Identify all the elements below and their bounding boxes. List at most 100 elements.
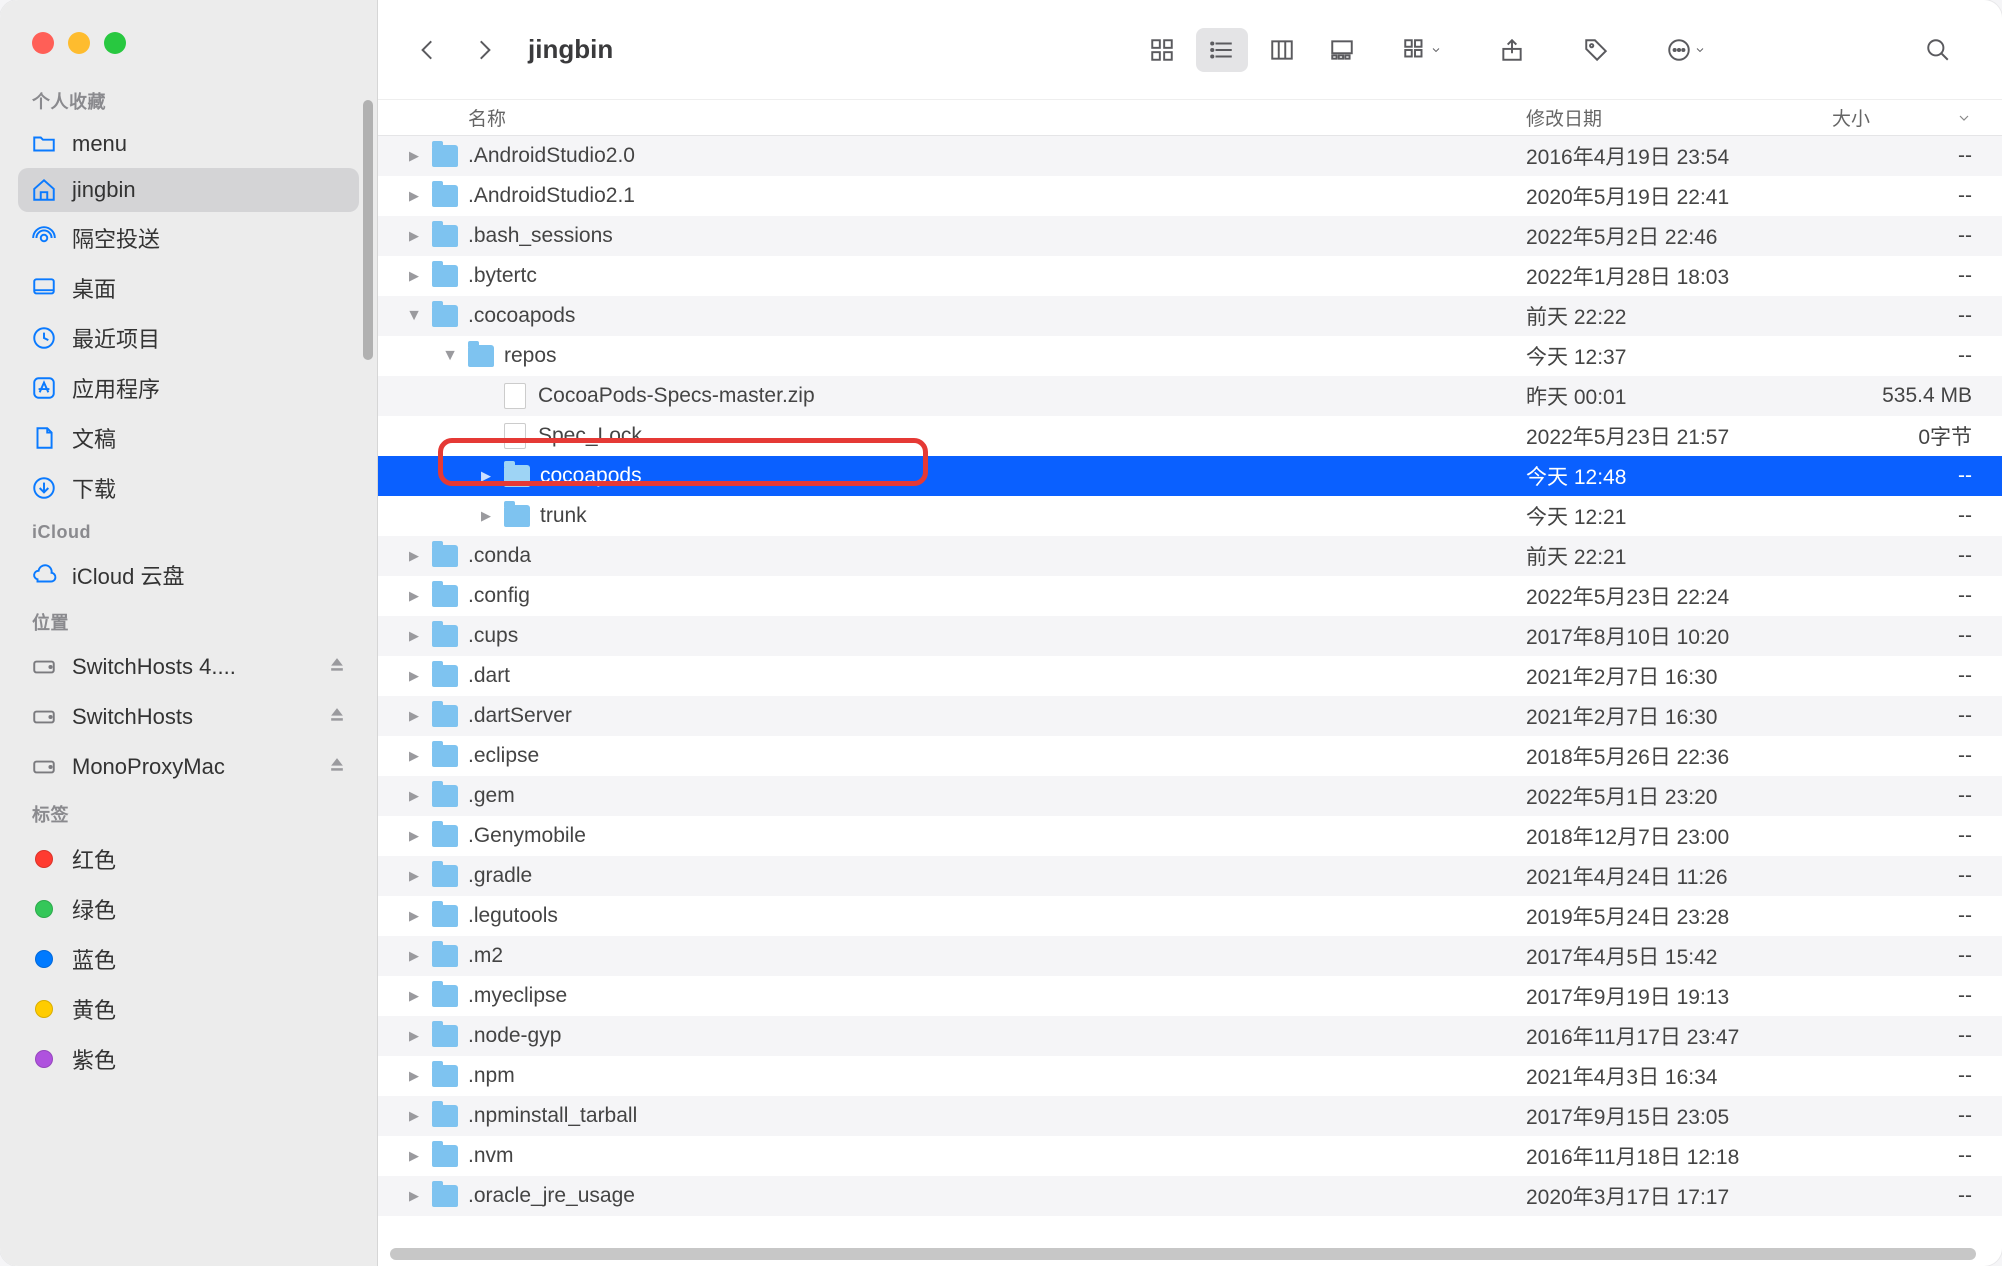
disclosure-icon[interactable]: ▶ <box>404 868 424 884</box>
actions-button[interactable] <box>1656 28 1716 72</box>
file-row[interactable]: ▶.npminstall_tarball2017年9月15日 23:05-- <box>378 1096 2002 1136</box>
file-row[interactable]: ▶.gem2022年5月1日 23:20-- <box>378 776 2002 816</box>
column-date[interactable]: 修改日期 <box>1526 104 1832 131</box>
column-size[interactable]: 大小 <box>1832 104 2002 131</box>
icon-view-button[interactable] <box>1136 28 1188 72</box>
minimize-window-button[interactable] <box>68 32 90 54</box>
file-row[interactable]: ▶.eclipse2018年5月26日 22:36-- <box>378 736 2002 776</box>
disk-icon <box>30 753 58 781</box>
sidebar-item[interactable]: iCloud 云盘 <box>18 551 359 599</box>
eject-icon[interactable] <box>327 651 347 683</box>
disclosure-icon[interactable]: ▶ <box>404 1068 424 1084</box>
column-name[interactable]: 名称 <box>378 104 1526 131</box>
file-name: .gem <box>468 784 1526 808</box>
file-row[interactable]: ▶.oracle_jre_usage2020年3月17日 17:17-- <box>378 1176 2002 1216</box>
file-row[interactable]: ▶.m22017年4月5日 15:42-- <box>378 936 2002 976</box>
sidebar-item[interactable]: 黄色 <box>18 985 359 1033</box>
file-row[interactable]: ▶.npm2021年4月3日 16:34-- <box>378 1056 2002 1096</box>
fullscreen-window-button[interactable] <box>104 32 126 54</box>
file-row[interactable]: ▶.bash_sessions2022年5月2日 22:46-- <box>378 216 2002 256</box>
disclosure-icon[interactable]: ▼ <box>404 307 424 325</box>
sidebar-item[interactable]: SwitchHosts <box>18 693 359 741</box>
back-button[interactable] <box>406 28 450 72</box>
sidebar-item[interactable]: jingbin <box>18 168 359 212</box>
eject-icon[interactable] <box>327 701 347 733</box>
disclosure-icon[interactable]: ▶ <box>404 748 424 764</box>
close-window-button[interactable] <box>32 32 54 54</box>
file-size: -- <box>1832 464 2002 488</box>
disclosure-icon[interactable]: ▶ <box>404 588 424 604</box>
disclosure-icon[interactable]: ▶ <box>404 1108 424 1124</box>
file-row[interactable]: ▶.AndroidStudio2.12020年5月19日 22:41-- <box>378 176 2002 216</box>
file-row[interactable]: ▶.AndroidStudio2.02016年4月19日 23:54-- <box>378 136 2002 176</box>
sidebar-item[interactable]: 红色 <box>18 835 359 883</box>
disclosure-icon[interactable]: ▶ <box>404 708 424 724</box>
sidebar-item[interactable]: 隔空投送 <box>18 214 359 262</box>
disclosure-icon[interactable]: ▶ <box>404 228 424 244</box>
sidebar-item[interactable]: 最近项目 <box>18 314 359 362</box>
disclosure-icon[interactable]: ▶ <box>404 1188 424 1204</box>
disclosure-icon[interactable]: ▶ <box>404 268 424 284</box>
file-date: 2021年4月3日 16:34 <box>1526 1061 1832 1091</box>
file-row[interactable]: ▶cocoapods今天 12:48-- <box>378 456 2002 496</box>
file-row[interactable]: ▶.node-gyp2016年11月17日 23:47-- <box>378 1016 2002 1056</box>
sidebar-item[interactable]: MonoProxyMac <box>18 743 359 791</box>
column-headers: 名称 修改日期 大小 <box>378 100 2002 136</box>
sidebar-item[interactable]: menu <box>18 122 359 166</box>
disclosure-icon[interactable]: ▶ <box>404 788 424 804</box>
tags-button[interactable] <box>1572 28 1620 72</box>
disclosure-icon[interactable]: ▶ <box>476 468 496 484</box>
list-view-button[interactable] <box>1196 28 1248 72</box>
disclosure-icon[interactable]: ▼ <box>440 347 460 365</box>
disclosure-icon[interactable]: ▶ <box>404 908 424 924</box>
file-row[interactable]: Spec_Lock2022年5月23日 21:570字节 <box>378 416 2002 456</box>
group-by-button[interactable] <box>1392 28 1452 72</box>
disclosure-icon[interactable]: ▶ <box>404 628 424 644</box>
sidebar-item[interactable]: 桌面 <box>18 264 359 312</box>
file-row[interactable]: ▶.nvm2016年11月18日 12:18-- <box>378 1136 2002 1176</box>
file-row[interactable]: ▶.conda前天 22:21-- <box>378 536 2002 576</box>
disclosure-icon[interactable]: ▶ <box>404 988 424 1004</box>
forward-button[interactable] <box>462 28 506 72</box>
sidebar-item[interactable]: 绿色 <box>18 885 359 933</box>
sidebar-item[interactable]: SwitchHosts 4.... <box>18 643 359 691</box>
horizontal-scrollbar[interactable] <box>390 1248 1976 1260</box>
file-row[interactable]: ▶.config2022年5月23日 22:24-- <box>378 576 2002 616</box>
sidebar-item[interactable]: 下载 <box>18 464 359 512</box>
disclosure-icon[interactable]: ▶ <box>404 1148 424 1164</box>
file-row[interactable]: ▶.cups2017年8月10日 10:20-- <box>378 616 2002 656</box>
eject-icon[interactable] <box>327 751 347 783</box>
file-row[interactable]: ▶.Genymobile2018年12月7日 23:00-- <box>378 816 2002 856</box>
file-row[interactable]: ▶.bytertc2022年1月28日 18:03-- <box>378 256 2002 296</box>
file-name: cocoapods <box>540 464 1526 488</box>
file-size: -- <box>1832 1144 2002 1168</box>
disclosure-icon[interactable]: ▶ <box>404 188 424 204</box>
disclosure-icon[interactable]: ▶ <box>404 148 424 164</box>
search-button[interactable] <box>1914 28 1962 72</box>
disclosure-icon[interactable]: ▶ <box>404 1028 424 1044</box>
file-row[interactable]: ▼.cocoapods前天 22:22-- <box>378 296 2002 336</box>
file-row[interactable]: ▶.gradle2021年4月24日 11:26-- <box>378 856 2002 896</box>
sidebar-item[interactable]: 紫色 <box>18 1035 359 1083</box>
file-row[interactable]: ▶.myeclipse2017年9月19日 19:13-- <box>378 976 2002 1016</box>
share-button[interactable] <box>1488 28 1536 72</box>
file-row[interactable]: ▶.legutools2019年5月24日 23:28-- <box>378 896 2002 936</box>
file-row[interactable]: ▶.dartServer2021年2月7日 16:30-- <box>378 696 2002 736</box>
disclosure-icon[interactable]: ▶ <box>404 948 424 964</box>
disclosure-icon[interactable]: ▶ <box>404 828 424 844</box>
file-name: .npminstall_tarball <box>468 1104 1526 1128</box>
disclosure-icon[interactable]: ▶ <box>404 668 424 684</box>
disclosure-icon[interactable]: ▶ <box>404 548 424 564</box>
sidebar-section-label: 个人收藏 <box>0 80 377 120</box>
sidebar-scrollbar[interactable] <box>363 100 373 360</box>
sidebar-item[interactable]: 文稿 <box>18 414 359 462</box>
gallery-view-button[interactable] <box>1316 28 1368 72</box>
file-row[interactable]: ▶.dart2021年2月7日 16:30-- <box>378 656 2002 696</box>
sidebar-item[interactable]: 蓝色 <box>18 935 359 983</box>
sidebar-item[interactable]: 应用程序 <box>18 364 359 412</box>
disclosure-icon[interactable]: ▶ <box>476 508 496 524</box>
file-row[interactable]: CocoaPods-Specs-master.zip昨天 00:01535.4 … <box>378 376 2002 416</box>
file-row[interactable]: ▼repos今天 12:37-- <box>378 336 2002 376</box>
file-row[interactable]: ▶trunk今天 12:21-- <box>378 496 2002 536</box>
column-view-button[interactable] <box>1256 28 1308 72</box>
